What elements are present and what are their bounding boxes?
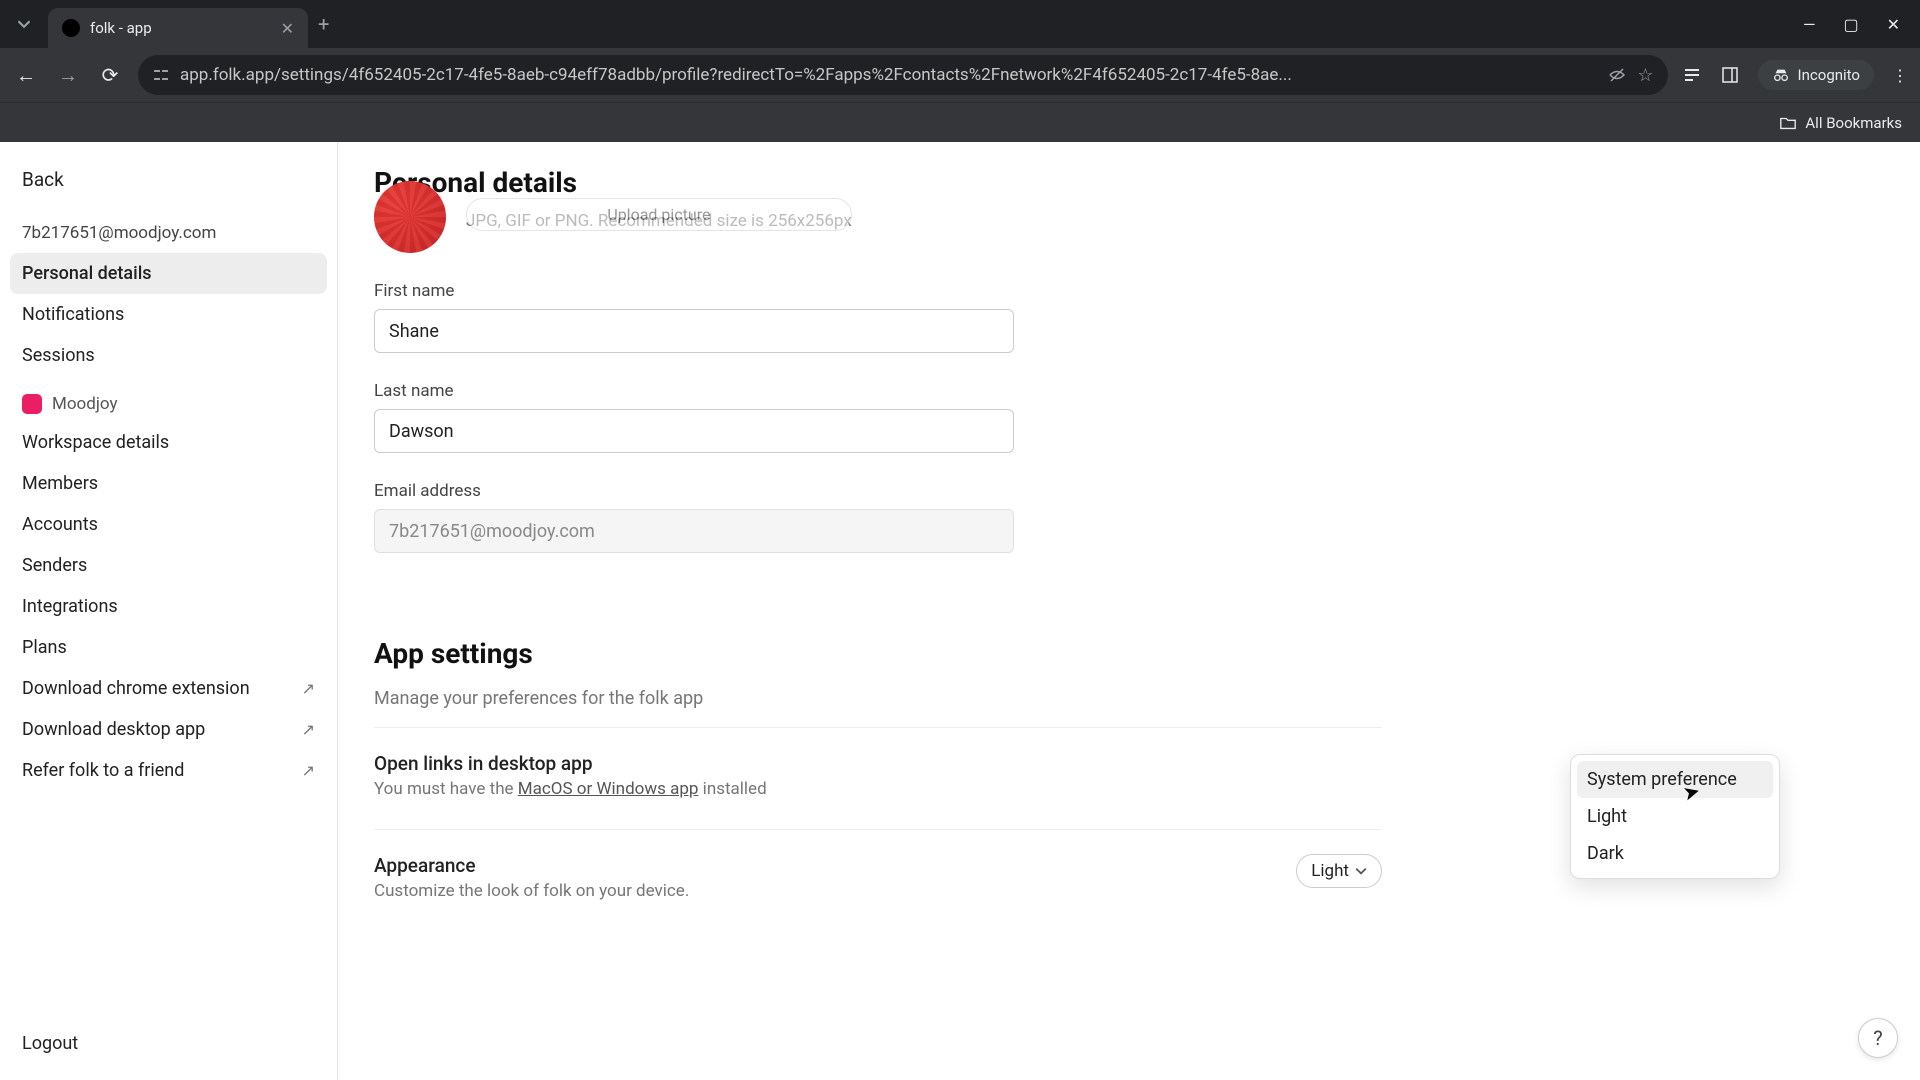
avatar-section: Upload picture JPG, GIF or PNG. Recommen… bbox=[374, 205, 1382, 253]
new-tab-button[interactable]: + bbox=[318, 12, 329, 36]
appearance-option-dark[interactable]: Dark bbox=[1577, 835, 1773, 872]
email-label: Email address bbox=[374, 481, 1382, 501]
eye-off-icon[interactable] bbox=[1607, 65, 1627, 85]
logout-button[interactable]: Logout bbox=[10, 1019, 327, 1068]
open-links-desc: You must have the MacOS or Windows app i… bbox=[374, 779, 767, 799]
first-name-field: First name bbox=[374, 281, 1382, 353]
all-bookmarks-label: All Bookmarks bbox=[1805, 114, 1902, 132]
bookmarks-bar: All Bookmarks bbox=[0, 102, 1920, 142]
back-link[interactable]: Back bbox=[10, 154, 327, 213]
sidebar-item-label: Senders bbox=[22, 555, 87, 576]
sidebar-item-label: Sessions bbox=[22, 345, 95, 366]
sidebar-item-label: Download desktop app bbox=[22, 719, 205, 740]
app-settings-title: App settings bbox=[374, 613, 1382, 682]
sidebar-item-label: Workspace details bbox=[22, 432, 169, 453]
sidebar-item-label: Personal details bbox=[22, 263, 152, 284]
upload-picture-button[interactable]: Upload picture bbox=[466, 198, 852, 231]
sidebar-item-accounts[interactable]: Accounts bbox=[10, 504, 327, 545]
site-settings-icon[interactable] bbox=[152, 66, 170, 84]
chevron-down-icon bbox=[1355, 865, 1367, 877]
favicon-icon bbox=[62, 19, 80, 37]
app-root: Back 7b217651@moodjoy.com Personal detai… bbox=[0, 142, 1920, 1080]
workspace-badge-icon bbox=[22, 394, 42, 414]
open-links-desc-suffix: installed bbox=[698, 779, 766, 799]
workspace-header: Moodjoy bbox=[10, 376, 327, 422]
last-name-field: Last name bbox=[374, 381, 1382, 453]
sidebar-item-integrations[interactable]: Integrations bbox=[10, 586, 327, 627]
appearance-title: Appearance bbox=[374, 854, 689, 877]
email-input bbox=[374, 509, 1014, 553]
sidebar-item-label: Refer folk to a friend bbox=[22, 760, 184, 781]
appearance-setting: Appearance Customize the look of folk on… bbox=[374, 829, 1382, 913]
appearance-select[interactable]: Light bbox=[1296, 854, 1382, 888]
address-bar[interactable]: app.folk.app/settings/4f652405-2c17-4fe5… bbox=[138, 55, 1668, 95]
app-settings-subtitle: Manage your preferences for the folk app bbox=[374, 688, 1382, 709]
appearance-option-system[interactable]: System preference bbox=[1577, 761, 1773, 798]
last-name-input[interactable] bbox=[374, 409, 1014, 453]
tab-search-dropdown[interactable] bbox=[8, 8, 40, 40]
tab-bar: folk - app ✕ + — ▢ ✕ bbox=[0, 0, 1920, 48]
sidebar-item-label: Integrations bbox=[22, 596, 118, 617]
appearance-option-light[interactable]: Light bbox=[1577, 798, 1773, 835]
sidebar-item-plans[interactable]: Plans bbox=[10, 627, 327, 668]
workspace-name: Moodjoy bbox=[52, 394, 118, 414]
first-name-input[interactable] bbox=[374, 309, 1014, 353]
window-controls: — ▢ ✕ bbox=[1803, 15, 1912, 34]
sidebar-item-label: Plans bbox=[22, 637, 67, 658]
avatar[interactable] bbox=[374, 181, 446, 253]
sidebar-item-workspace-details[interactable]: Workspace details bbox=[10, 422, 327, 463]
last-name-label: Last name bbox=[374, 381, 1382, 401]
email-field: Email address bbox=[374, 481, 1382, 553]
browser-chrome: folk - app ✕ + — ▢ ✕ ← → ⟳ app.folk.app/… bbox=[0, 0, 1920, 142]
sidebar-item-sessions[interactable]: Sessions bbox=[10, 335, 327, 376]
open-links-desc-prefix: You must have the bbox=[374, 779, 518, 799]
sidebar-item-chrome-extension[interactable]: Download chrome extension ↗ bbox=[10, 668, 327, 709]
forward-icon[interactable]: → bbox=[54, 61, 82, 89]
desktop-app-link[interactable]: MacOS or Windows app bbox=[518, 779, 699, 799]
reading-list-icon[interactable] bbox=[1682, 65, 1702, 85]
maximize-icon[interactable]: ▢ bbox=[1843, 15, 1858, 34]
incognito-icon bbox=[1772, 66, 1790, 84]
tab-title: folk - app bbox=[90, 19, 271, 37]
sidebar-item-label: Download chrome extension bbox=[22, 678, 250, 699]
settings-sidebar: Back 7b217651@moodjoy.com Personal detai… bbox=[0, 142, 338, 1080]
incognito-badge[interactable]: Incognito bbox=[1758, 60, 1874, 90]
minimize-icon[interactable]: — bbox=[1803, 15, 1816, 34]
main-content: Personal details Upload picture JPG, GIF… bbox=[338, 142, 1920, 1080]
sidebar-item-members[interactable]: Members bbox=[10, 463, 327, 504]
external-link-icon: ↗ bbox=[302, 720, 315, 739]
external-link-icon: ↗ bbox=[302, 679, 315, 698]
all-bookmarks-button[interactable]: All Bookmarks bbox=[1779, 114, 1902, 132]
menu-icon[interactable]: ⋮ bbox=[1892, 66, 1908, 85]
close-window-icon[interactable]: ✕ bbox=[1887, 15, 1900, 34]
help-button[interactable]: ? bbox=[1858, 1018, 1898, 1058]
account-email-label: 7b217651@moodjoy.com bbox=[10, 213, 327, 253]
tab-close-icon[interactable]: ✕ bbox=[281, 19, 294, 38]
url-text: app.folk.app/settings/4f652405-2c17-4fe5… bbox=[180, 65, 1597, 85]
back-icon[interactable]: ← bbox=[12, 61, 40, 89]
sidebar-item-personal-details[interactable]: Personal details bbox=[10, 253, 327, 294]
browser-toolbar: ← → ⟳ app.folk.app/settings/4f652405-2c1… bbox=[0, 48, 1920, 102]
sidebar-item-desktop-app[interactable]: Download desktop app ↗ bbox=[10, 709, 327, 750]
sidebar-item-senders[interactable]: Senders bbox=[10, 545, 327, 586]
appearance-desc: Customize the look of folk on your devic… bbox=[374, 881, 689, 901]
sidebar-item-notifications[interactable]: Notifications bbox=[10, 294, 327, 335]
reload-icon[interactable]: ⟳ bbox=[96, 61, 124, 89]
sidebar-item-label: Accounts bbox=[22, 514, 98, 535]
bookmark-star-icon[interactable]: ☆ bbox=[1637, 65, 1653, 86]
open-links-title: Open links in desktop app bbox=[374, 752, 767, 775]
open-links-setting: Open links in desktop app You must have … bbox=[374, 727, 1382, 811]
sidebar-item-refer[interactable]: Refer folk to a friend ↗ bbox=[10, 750, 327, 791]
sidebar-item-label: Notifications bbox=[22, 304, 124, 325]
browser-tab[interactable]: folk - app ✕ bbox=[48, 8, 308, 48]
folder-icon bbox=[1779, 114, 1797, 132]
external-link-icon: ↗ bbox=[302, 761, 315, 780]
first-name-label: First name bbox=[374, 281, 1382, 301]
incognito-label: Incognito bbox=[1798, 66, 1860, 84]
side-panel-icon[interactable] bbox=[1720, 65, 1740, 85]
appearance-value: Light bbox=[1311, 861, 1349, 881]
sidebar-item-label: Members bbox=[22, 473, 98, 494]
appearance-dropdown: System preference Light Dark bbox=[1570, 754, 1780, 879]
